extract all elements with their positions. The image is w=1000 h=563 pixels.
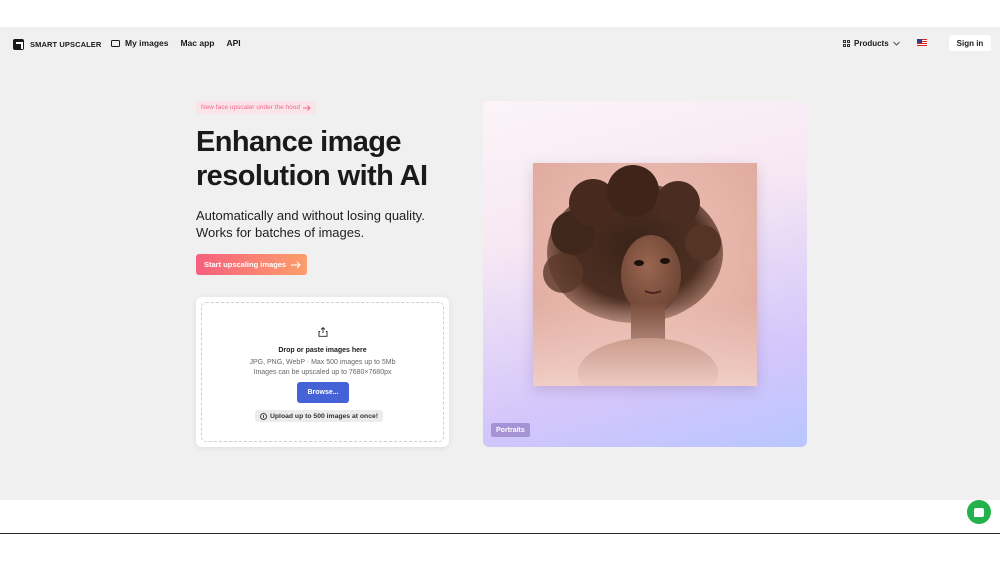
browse-button[interactable]: Browse...: [297, 382, 349, 403]
announcement-pill[interactable]: New face upscaler under the hood: [196, 101, 317, 114]
us-flag-icon[interactable]: [917, 39, 927, 46]
info-icon: [260, 412, 267, 420]
upload-limit-label: Upload up to 500 images at once!: [270, 412, 379, 420]
portrait-illustration: [533, 163, 757, 386]
divider: [0, 533, 1000, 534]
subtitle-line-1: Automatically and without losing quality…: [196, 208, 425, 223]
nav-my-images-label: My images: [125, 38, 169, 48]
page: SMART UPSCALER My images Mac app API Pro…: [0, 0, 1000, 563]
nav-api[interactable]: API: [226, 38, 240, 48]
products-label: Products: [854, 39, 889, 48]
brand-logo[interactable]: SMART UPSCALER: [13, 39, 101, 50]
max-size-text: Images can be upscaled up to 7680×7680px: [253, 369, 392, 376]
chevron-down-icon: [892, 41, 900, 46]
chat-button[interactable]: [967, 500, 991, 524]
drop-title: Drop or paste images here: [278, 347, 367, 354]
chat-icon: [974, 507, 984, 517]
nav-mac-app[interactable]: Mac app: [180, 38, 214, 48]
upload-card: Drop or paste images here JPG, PNG, WebP…: [196, 297, 449, 447]
page-title: Enhance image resolution with AI: [196, 125, 486, 193]
category-tag[interactable]: Portraits: [491, 423, 530, 437]
products-menu[interactable]: Products: [843, 39, 900, 48]
subtitle-line-2: Works for batches of images.: [196, 225, 365, 240]
main-nav: My images Mac app API: [111, 38, 241, 48]
cta-label: Start upscaling images: [204, 260, 287, 269]
portrait-image: [533, 163, 757, 386]
share-icon: [318, 327, 328, 337]
brand-name: SMART UPSCALER: [30, 40, 102, 49]
nav-my-images[interactable]: My images: [111, 38, 168, 48]
grid-icon: [843, 40, 850, 47]
example-visual: Portraits: [483, 101, 807, 447]
image-icon: [111, 39, 120, 47]
arrow-right-icon: [291, 261, 301, 268]
upload-limit-badge: Upload up to 500 images at once!: [255, 410, 384, 422]
logo-icon: [13, 39, 24, 50]
sign-in-button[interactable]: Sign in: [949, 35, 991, 51]
subtitle: Automatically and without losing quality…: [196, 207, 476, 241]
start-upscaling-button[interactable]: Start upscaling images: [196, 254, 307, 275]
formats-text: JPG, PNG, WebP · Max 500 images up to 5M…: [249, 359, 396, 366]
title-line-2: resolution with AI: [196, 160, 428, 192]
drop-zone[interactable]: Drop or paste images here JPG, PNG, WebP…: [201, 302, 444, 442]
title-line-1: Enhance image: [196, 126, 402, 158]
arrow-right-icon: [303, 104, 311, 111]
announcement-label: New face upscaler under the hood: [201, 104, 301, 111]
